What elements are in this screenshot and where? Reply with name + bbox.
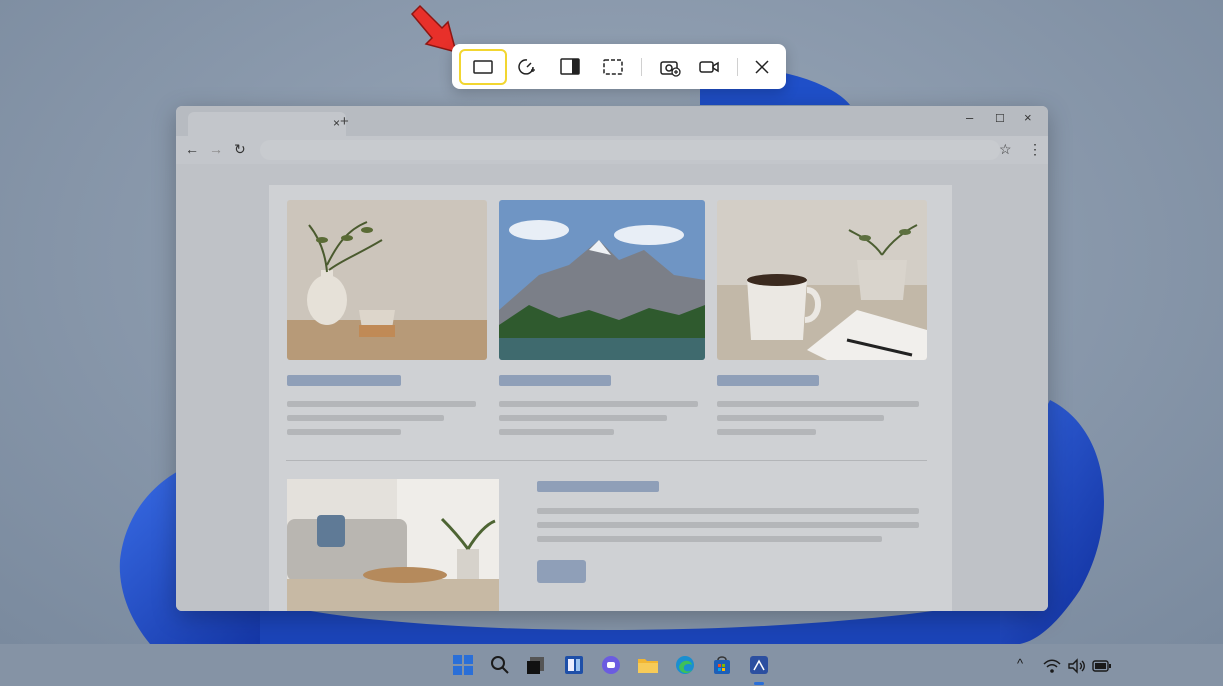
section-divider (286, 460, 927, 461)
minimize-button[interactable]: – (966, 110, 973, 125)
video-icon (699, 61, 719, 73)
maximize-button[interactable]: ☐ (995, 112, 1005, 125)
living-room-photo (287, 479, 499, 611)
close-snip-button[interactable] (738, 49, 786, 85)
edge-icon[interactable] (674, 654, 696, 676)
card-text-placeholder (499, 401, 698, 407)
fullscreen-mode-button[interactable] (589, 49, 637, 85)
feature-text-placeholder (537, 536, 882, 542)
browser-viewport (176, 164, 1048, 611)
card-text-placeholder (717, 429, 816, 435)
bookmark-star-icon[interactable]: ☆ (999, 141, 1012, 158)
card-text-placeholder (499, 415, 667, 421)
close-icon (755, 60, 769, 74)
freeform-mode-button[interactable] (503, 49, 551, 85)
rectangle-mode-button[interactable] (459, 49, 507, 85)
new-tab-button[interactable]: + (340, 113, 349, 130)
task-view-icon[interactable] (525, 654, 547, 676)
window-mode-icon (560, 58, 580, 75)
fullscreen-icon (603, 59, 623, 75)
reload-button[interactable]: ↻ (234, 141, 246, 158)
card-text-placeholder (287, 401, 476, 407)
tab-close-button[interactable]: × (333, 116, 340, 130)
card-text-placeholder (287, 429, 401, 435)
store-icon[interactable] (711, 654, 733, 676)
feature-text-placeholder (537, 508, 919, 514)
address-bar[interactable] (260, 140, 1000, 160)
browser-window: × + – ☐ × ← → ↻ ☆ ⋮ (176, 106, 1048, 611)
file-explorer-icon[interactable] (637, 654, 659, 676)
forward-button[interactable]: → (209, 141, 223, 157)
browser-menu-button[interactable]: ⋮ (1028, 141, 1042, 158)
camera-icon (660, 61, 681, 77)
window-close-button[interactable]: × (1024, 110, 1032, 125)
card-title-placeholder (717, 375, 819, 386)
vase-and-cup-photo (287, 200, 487, 360)
window-mode-button[interactable] (546, 49, 594, 85)
mountain-lake-photo (499, 200, 705, 360)
snipping-toolbar (452, 44, 786, 89)
volume-icon[interactable] (1066, 655, 1088, 677)
chat-icon[interactable] (600, 654, 622, 676)
browser-toolbar: ← → ↻ ☆ ⋮ (176, 136, 1048, 164)
show-hidden-icons-button[interactable]: ^ (1017, 656, 1023, 671)
snipping-tool-icon[interactable] (748, 654, 770, 676)
desktop-wallpaper: × + – ☐ × ← → ↻ ☆ ⋮ (0, 0, 1223, 644)
card-text-placeholder (717, 415, 884, 421)
rectangle-icon (473, 60, 493, 74)
browser-tab[interactable]: × (188, 112, 346, 136)
card-title-placeholder (287, 375, 401, 386)
card-text-placeholder (287, 415, 444, 421)
search-icon[interactable] (489, 654, 511, 676)
card-title-placeholder (499, 375, 611, 386)
back-button[interactable]: ← (185, 141, 199, 157)
card-text-placeholder (499, 429, 614, 435)
feature-text-placeholder (537, 522, 919, 528)
feature-button[interactable] (537, 560, 586, 583)
coffee-and-notebook-photo (717, 200, 927, 360)
freeform-icon (518, 59, 535, 75)
feature-title-placeholder (537, 481, 659, 492)
taskbar: ^ (0, 644, 1223, 686)
start-icon[interactable] (452, 654, 474, 676)
wifi-icon[interactable] (1041, 655, 1063, 677)
active-app-indicator (754, 682, 764, 685)
battery-icon[interactable] (1091, 655, 1113, 677)
toolbar-separator (641, 58, 642, 76)
card-text-placeholder (717, 401, 919, 407)
widgets-icon[interactable] (563, 654, 585, 676)
web-page (269, 185, 952, 611)
tab-strip: × + – ☐ × (176, 106, 1048, 136)
video-record-button[interactable] (685, 49, 733, 85)
